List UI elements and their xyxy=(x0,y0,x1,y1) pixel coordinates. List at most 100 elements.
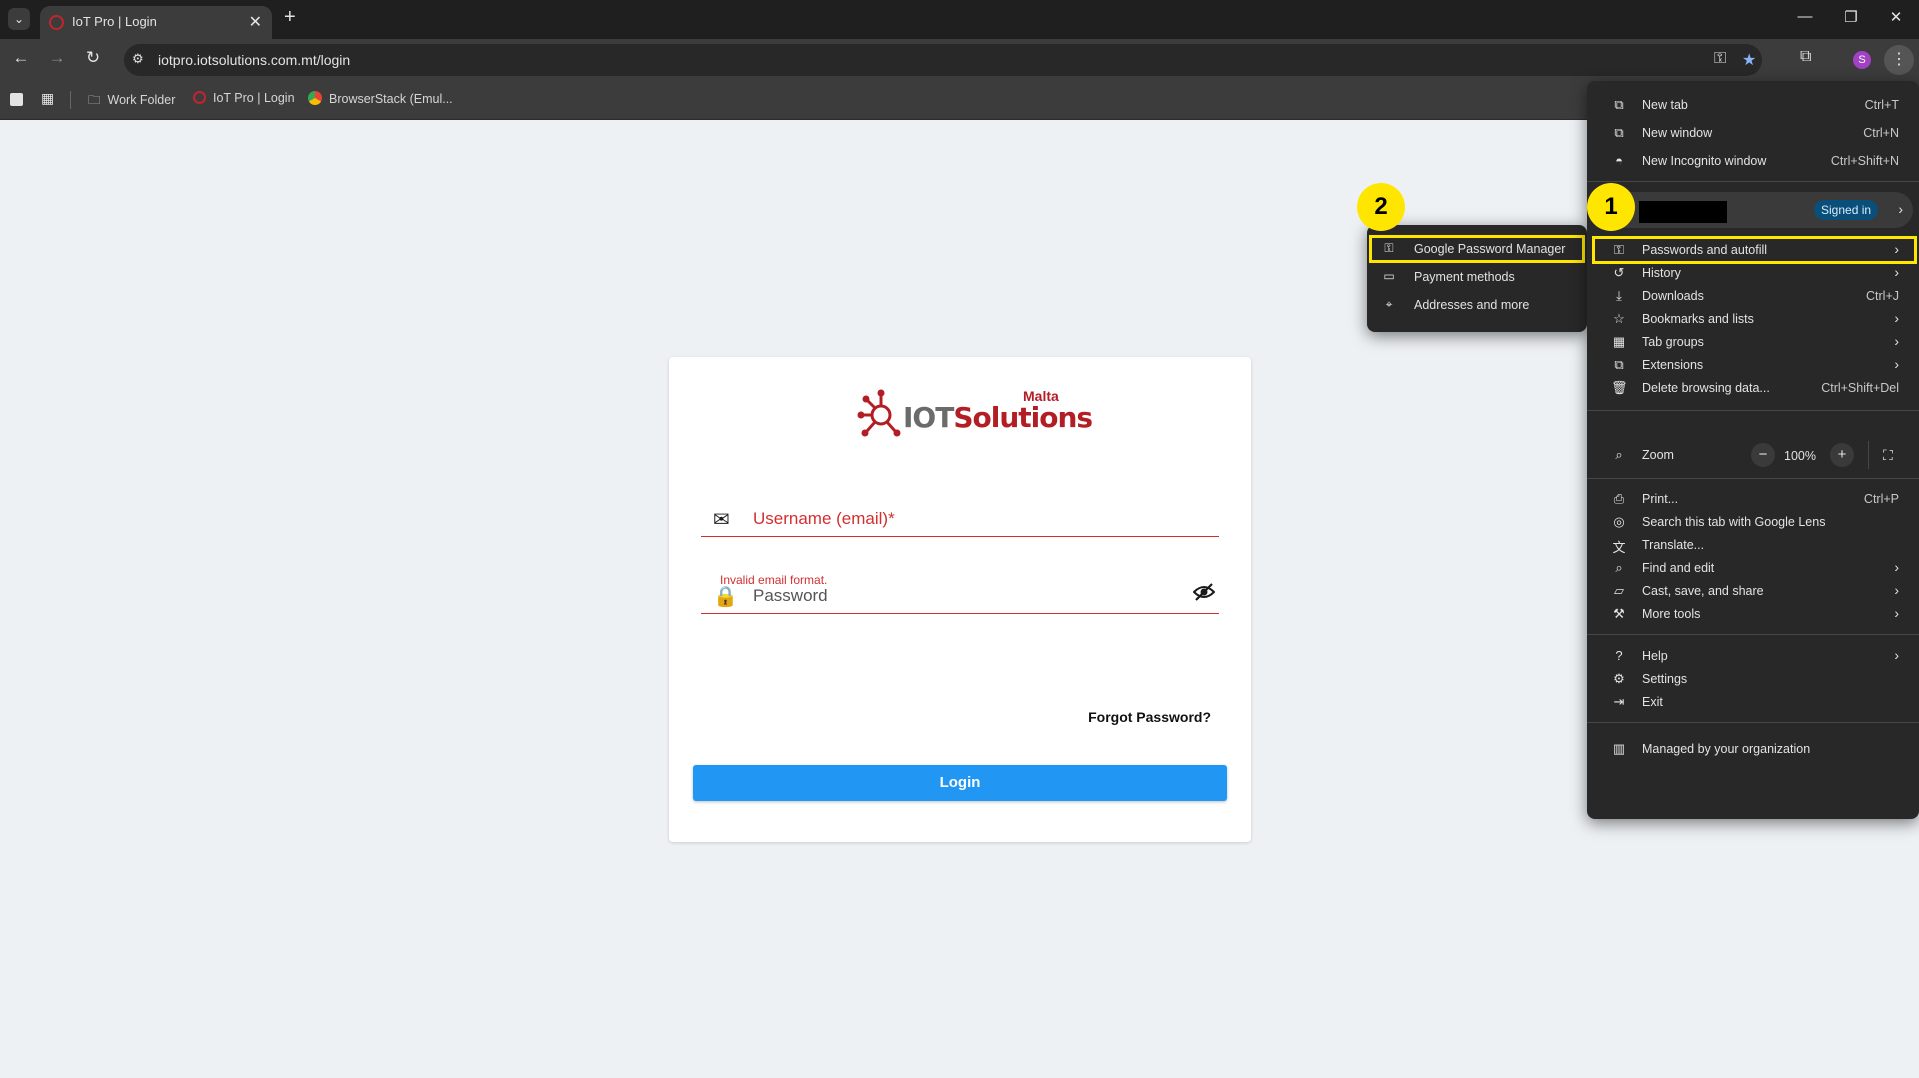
menu-managed-by-org[interactable]: ▥ Managed by your organization xyxy=(1587,735,1919,763)
find-icon: ⌕ xyxy=(1615,560,1623,575)
menu-label: Find and edit xyxy=(1642,561,1715,575)
tab-search-button[interactable]: ⌄ xyxy=(8,8,30,30)
close-window-button[interactable]: ✕ xyxy=(1881,8,1911,26)
menu-separator xyxy=(1587,634,1919,635)
new-tab-button[interactable]: + xyxy=(284,6,296,29)
bookmark-label: Work Folder xyxy=(107,93,176,107)
menu-more-tools[interactable]: ⚒ More tools › xyxy=(1587,600,1919,628)
reload-button[interactable]: ↻ xyxy=(81,48,105,68)
browser-toolbar: ← → ↻ ⚙ iotpro.iotsolutions.com.mt/login… xyxy=(0,39,1919,80)
username-label: Username (email)* xyxy=(753,509,895,528)
menu-label: Delete browsing data... xyxy=(1642,381,1770,395)
site-info-icon[interactable]: ⚙ xyxy=(132,51,144,67)
location-pin-icon: ⌖ xyxy=(1385,297,1393,311)
password-field[interactable]: 🔒 Password xyxy=(701,578,1219,614)
restore-button[interactable]: ❐ xyxy=(1836,8,1866,26)
menu-shortcut: Ctrl+Shift+Del xyxy=(1821,381,1899,395)
chrome-menu-button[interactable]: ⋮ xyxy=(1884,45,1914,75)
password-key-icon[interactable]: ⚿ xyxy=(1714,50,1726,68)
back-button[interactable]: ← xyxy=(9,48,33,68)
extensions-puzzle-icon[interactable]: ⧉ xyxy=(1800,48,1811,66)
lens-icon: ◎ xyxy=(1613,514,1625,529)
menu-label: Settings xyxy=(1642,672,1688,686)
submenu-addresses[interactable]: ⌖ Addresses and more xyxy=(1367,291,1587,319)
close-tab-icon[interactable]: ✕ xyxy=(249,12,262,32)
logo-malta-text: Malta xyxy=(1023,388,1059,404)
bookmark-work-folder[interactable]: 🗀 Work Folder xyxy=(88,91,175,112)
menu-separator xyxy=(1587,722,1919,723)
minimize-button[interactable]: — xyxy=(1790,8,1820,25)
menu-label: Exit xyxy=(1642,695,1663,709)
zoom-in-button[interactable]: + xyxy=(1830,443,1854,467)
submenu-payment-methods[interactable]: ▭ Payment methods xyxy=(1367,263,1587,291)
menu-label: New window xyxy=(1642,126,1713,140)
apps-grid-icon[interactable]: ▦ xyxy=(41,90,54,107)
menu-incognito[interactable]: ◓ New Incognito window Ctrl+Shift+N xyxy=(1587,147,1919,175)
active-tab[interactable]: IoT Pro | Login ✕ xyxy=(40,6,272,39)
download-icon: ⤓ xyxy=(1616,288,1622,303)
zoom-out-button[interactable]: − xyxy=(1751,443,1775,467)
chevron-right-icon: › xyxy=(1894,264,1899,280)
star-icon: ☆ xyxy=(1613,311,1625,326)
new-window-icon: ⧉ xyxy=(1614,125,1624,140)
menu-label: Translate... xyxy=(1642,538,1705,552)
building-icon: ▥ xyxy=(1612,741,1626,756)
forgot-password-link[interactable]: Forgot Password? xyxy=(1088,709,1211,725)
iot-favicon-icon xyxy=(193,91,206,104)
address-bar[interactable]: ⚙ iotpro.iotsolutions.com.mt/login ⚿ ★ xyxy=(124,44,1762,76)
login-button[interactable]: Login xyxy=(693,765,1227,801)
bookmark-browserstack[interactable]: BrowserStack (Emul... xyxy=(308,91,453,106)
menu-label: Extensions xyxy=(1642,358,1704,372)
menu-label: Downloads xyxy=(1642,289,1704,303)
step-1-badge: 1 xyxy=(1587,183,1635,231)
folder-icon: 🗀 xyxy=(88,93,101,107)
puzzle-icon: ⧉ xyxy=(1614,357,1624,372)
redacted-profile-name xyxy=(1639,201,1727,223)
profile-avatar[interactable]: S xyxy=(1853,51,1871,69)
fullscreen-icon[interactable]: ⛶ xyxy=(1883,447,1893,464)
chevron-right-icon: › xyxy=(1894,605,1899,621)
iot-solutions-logo: IOTSolutions Malta xyxy=(857,387,1093,439)
menu-shortcut: Ctrl+N xyxy=(1863,126,1899,140)
url-text: iotpro.iotsolutions.com.mt/login xyxy=(158,52,351,68)
menu-new-window[interactable]: ⧉ New window Ctrl+N xyxy=(1587,119,1919,147)
menu-profile-row[interactable]: Signed in › xyxy=(1597,192,1913,228)
incognito-icon: ◓ xyxy=(1615,153,1623,168)
tab-groups-icon: ▦ xyxy=(1612,334,1626,349)
password-label: Password xyxy=(753,586,828,605)
tab-strip: ⌄ IoT Pro | Login ✕ + — ❐ ✕ xyxy=(0,0,1919,39)
step-2-badge: 2 xyxy=(1357,183,1405,231)
mail-icon: ✉ xyxy=(713,509,730,531)
menu-label: New tab xyxy=(1642,98,1688,112)
submenu-label: Addresses and more xyxy=(1414,298,1530,312)
menu-shortcut: Ctrl+J xyxy=(1866,289,1899,303)
menu-label: Managed by your organization xyxy=(1642,742,1811,756)
bookmark-iot-pro[interactable]: IoT Pro | Login xyxy=(193,91,295,105)
menu-label: Cast, save, and share xyxy=(1642,584,1764,598)
new-tab-icon: ⧉ xyxy=(1614,97,1624,112)
menu-shortcut: Ctrl+P xyxy=(1863,492,1899,506)
bookmark-label: BrowserStack (Emul... xyxy=(329,92,453,106)
menu-delete-browsing-data[interactable]: 🗑 Delete browsing data... Ctrl+Shift+Del xyxy=(1587,374,1919,402)
forward-button[interactable]: → xyxy=(45,48,69,68)
logo-solutions-text: Solutions xyxy=(953,401,1093,434)
bookmark-star-icon[interactable]: ★ xyxy=(1742,50,1756,70)
menu-shortcut: Ctrl+Shift+N xyxy=(1830,154,1899,168)
chevron-right-icon: › xyxy=(1898,201,1903,217)
menu-label: Search this tab with Google Lens xyxy=(1642,515,1826,529)
menu-shortcut: Ctrl+T xyxy=(1864,98,1899,112)
signed-in-badge: Signed in xyxy=(1814,200,1879,220)
lock-icon: 🔒 xyxy=(713,586,738,608)
menu-label: Zoom xyxy=(1642,448,1674,462)
menu-label: History xyxy=(1642,266,1681,280)
bookmark-label: IoT Pro | Login xyxy=(213,91,295,105)
highlight-password-manager xyxy=(1369,235,1585,263)
menu-exit[interactable]: ⇥ Exit xyxy=(1587,688,1919,716)
toolbox-icon: ⚒ xyxy=(1613,606,1625,621)
username-field[interactable]: ✉ Username (email)* xyxy=(701,501,1219,537)
menu-label: Tab groups xyxy=(1642,335,1704,349)
visibility-off-icon[interactable] xyxy=(1192,582,1216,608)
bookmark-square-icon[interactable] xyxy=(10,93,23,106)
menu-new-tab[interactable]: ⧉ New tab Ctrl+T xyxy=(1587,91,1919,119)
menu-label: Bookmarks and lists xyxy=(1642,312,1754,326)
